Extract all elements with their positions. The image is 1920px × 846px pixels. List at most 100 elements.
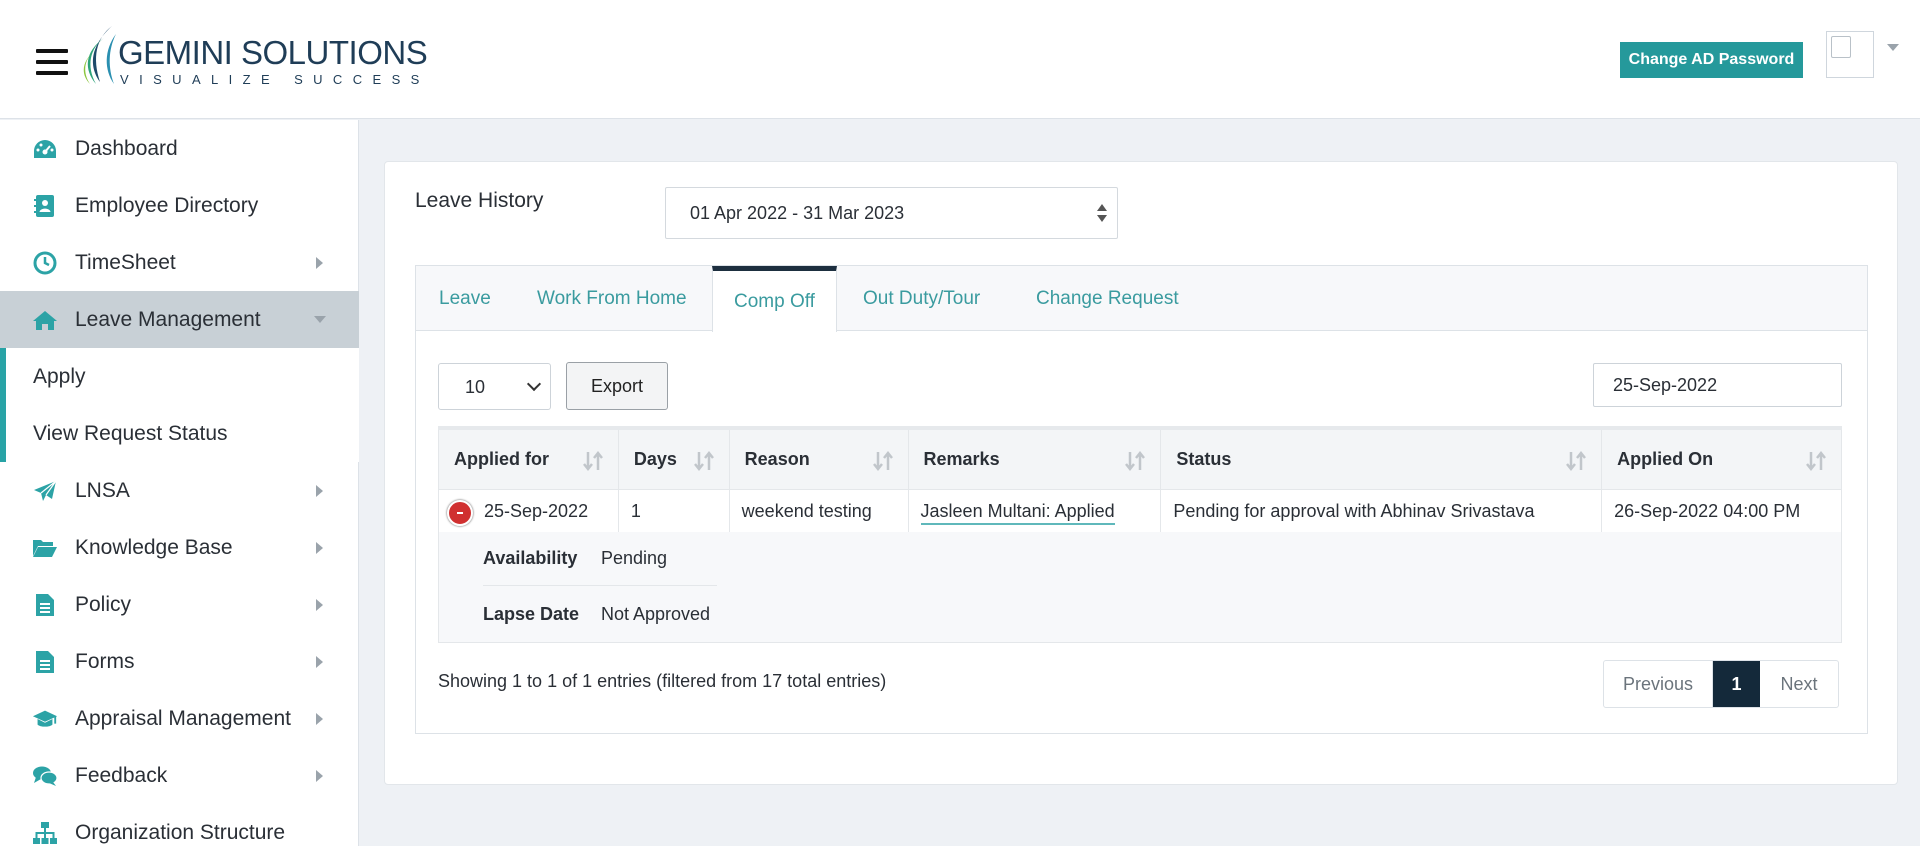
sidebar-item-knowledge-base[interactable]: Knowledge Base (0, 519, 359, 576)
page-1-button[interactable]: 1 (1713, 661, 1760, 707)
page-length-select[interactable]: 10 (438, 363, 551, 410)
column-header-applied-for[interactable]: Applied for (438, 426, 619, 489)
menu-toggle-icon[interactable] (36, 49, 68, 75)
column-header-days[interactable]: Days (618, 426, 730, 489)
cell-applied-for: 25-Sep-2022 (438, 488, 619, 534)
sitemap-icon (32, 821, 58, 845)
clock-icon (32, 251, 58, 275)
tab-work-from-home[interactable]: Work From Home (537, 266, 687, 331)
sidebar-subitem-apply[interactable]: Apply (0, 348, 359, 405)
chevron-down-icon (314, 316, 326, 323)
table-row: 25-Sep-2022 1 weekend testing Jasleen Mu… (438, 488, 1842, 534)
sidebar-item-label: Knowledge Base (75, 535, 233, 559)
table-info: Showing 1 to 1 of 1 entries (filtered fr… (438, 671, 887, 691)
column-header-applied-on[interactable]: Applied On (1601, 426, 1842, 489)
sort-icon (693, 450, 714, 472)
company-logo[interactable]: GEMINI SOLUTIONS VISUALIZE SUCCESS (82, 22, 428, 92)
chevron-right-icon (316, 257, 323, 269)
date-range-select[interactable]: 01 Apr 2022 - 31 Mar 2023 (665, 187, 1118, 239)
detail-label: Availability (483, 548, 578, 568)
sidebar-item-appraisal-management[interactable]: Appraisal Management (0, 690, 359, 747)
sidebar-item-leave-management[interactable]: Leave Management (0, 291, 359, 348)
column-header-label: Applied for (454, 448, 549, 469)
previous-page-button[interactable]: Previous (1604, 661, 1713, 707)
sidebar-item-employee-directory[interactable]: Employee Directory (0, 177, 359, 234)
avatar[interactable] (1826, 31, 1874, 78)
cell-reason: weekend testing (729, 488, 909, 534)
cell-applied-on: 26-Sep-2022 04:00 PM (1601, 488, 1842, 534)
column-header-remarks[interactable]: Remarks (908, 426, 1162, 489)
column-header-label: Reason (744, 448, 810, 469)
detail-availability: Availability Pending (483, 532, 717, 586)
sort-icon (1125, 450, 1146, 472)
comp-off-table: Applied for Days Reason Remarks Status A… (438, 426, 1842, 534)
tab-bar: Leave Work From Home Comp Off Out Duty/T… (416, 266, 1867, 332)
cell-status: Pending for approval with Abhinav Srivas… (1160, 488, 1603, 534)
sidebar-item-label: Employee Directory (75, 193, 259, 217)
chevron-right-icon (316, 770, 323, 782)
detail-lapse-date: Lapse Date Not Approved (483, 587, 717, 641)
sidebar: Dashboard Employee Directory TimeSheet L… (0, 120, 359, 846)
search-input[interactable] (1593, 363, 1842, 407)
sidebar-item-dashboard[interactable]: Dashboard (0, 120, 359, 177)
folder-open-icon (32, 536, 58, 560)
next-page-button[interactable]: Next (1760, 661, 1838, 707)
form-icon (32, 650, 58, 674)
export-button[interactable]: Export (566, 362, 668, 410)
remarks-link[interactable]: Jasleen Multani: Applied (920, 501, 1115, 526)
logo-leaf-icon (83, 26, 116, 84)
chevron-right-icon (316, 485, 323, 497)
column-header-label: Remarks (923, 448, 1000, 469)
top-header: GEMINI SOLUTIONS VISUALIZE SUCCESS Chang… (0, 0, 1920, 119)
leave-history-card: Leave History 01 Apr 2022 - 31 Mar 2023 … (384, 161, 1898, 785)
broken-image-icon (1831, 36, 1851, 58)
sidebar-item-label: Dashboard (75, 136, 178, 160)
column-header-reason[interactable]: Reason (729, 426, 909, 489)
collapse-row-button[interactable] (447, 499, 473, 526)
detail-value: Pending (601, 548, 668, 568)
document-icon (32, 593, 58, 617)
sidebar-item-label: Organization Structure (75, 820, 286, 844)
sidebar-item-feedback[interactable]: Feedback (0, 747, 359, 804)
sidebar-item-forms[interactable]: Forms (0, 633, 359, 690)
detail-label: Lapse Date (483, 603, 580, 624)
sidebar-item-label: Appraisal Management (75, 706, 291, 730)
page-length-value: 10 (465, 377, 486, 397)
tab-leave[interactable]: Leave (439, 266, 491, 331)
sidebar-item-policy[interactable]: Policy (0, 576, 359, 633)
logo-tagline: VISUALIZE SUCCESS (120, 72, 430, 87)
pagination: Previous 1 Next (1603, 660, 1839, 708)
sidebar-item-label: Forms (75, 649, 135, 673)
sidebar-item-organization-structure[interactable]: Organization Structure (0, 804, 359, 846)
sidebar-subitem-view-request-status[interactable]: View Request Status (0, 405, 359, 462)
logo-title: GEMINI SOLUTIONS (118, 34, 428, 71)
chevron-right-icon (316, 656, 323, 668)
user-menu-caret-icon[interactable] (1887, 44, 1899, 51)
tab-change-request[interactable]: Change Request (1036, 266, 1179, 331)
chevron-right-icon (316, 713, 323, 725)
graduation-cap-icon (32, 707, 58, 731)
column-header-label: Status (1176, 448, 1232, 469)
column-header-label: Applied On (1617, 448, 1714, 469)
tab-out-duty-tour[interactable]: Out Duty/Tour (863, 266, 980, 331)
home-icon (32, 308, 58, 332)
sidebar-item-label: Feedback (75, 763, 168, 787)
detail-value: Not Approved (601, 603, 711, 624)
chevron-right-icon (316, 599, 323, 611)
column-header-status[interactable]: Status (1160, 426, 1603, 489)
sort-icon (1566, 450, 1587, 472)
sidebar-item-label: LNSA (75, 478, 130, 502)
page-title: Leave History (415, 189, 544, 212)
sidebar-item-timesheet[interactable]: TimeSheet (0, 234, 359, 291)
change-ad-password-button[interactable]: Change AD Password (1620, 42, 1803, 78)
tab-comp-off[interactable]: Comp Off (712, 266, 837, 332)
chevron-down-icon (526, 376, 542, 392)
tab-panel: Leave Work From Home Comp Off Out Duty/T… (415, 265, 1868, 734)
address-book-icon (32, 194, 58, 218)
sidebar-item-lnsa[interactable]: LNSA (0, 462, 359, 519)
sort-icon (1806, 450, 1826, 472)
sidebar-item-label: Policy (75, 592, 132, 616)
sort-icon (872, 450, 893, 472)
sort-icon (582, 450, 603, 472)
comments-icon (32, 764, 58, 788)
